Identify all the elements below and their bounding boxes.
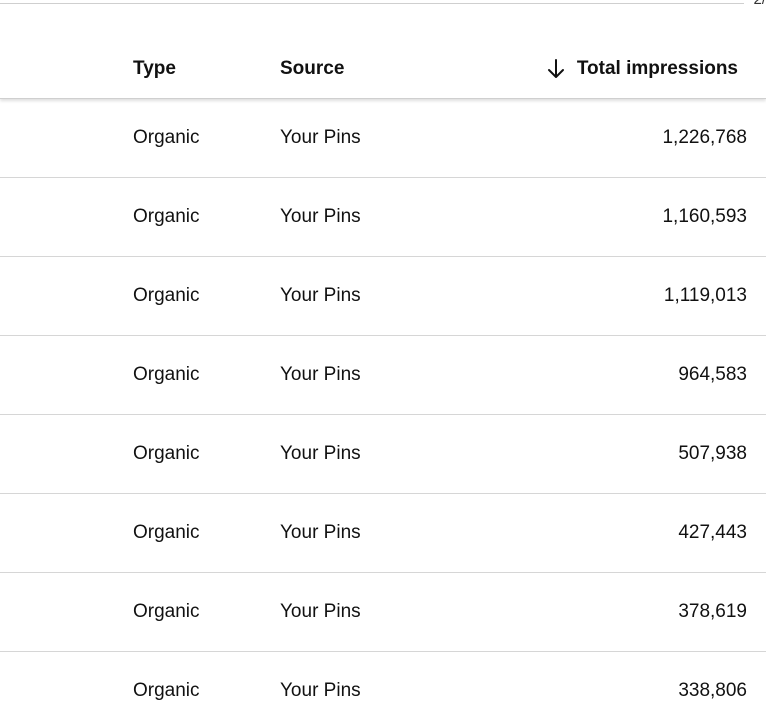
table-row[interactable]: Organic Your Pins 507,938 (0, 415, 766, 494)
table-header: 2/ Type Source Total impressions (0, 0, 766, 99)
cell-type: Organic (133, 206, 200, 227)
cell-total-impressions: 1,226,768 (662, 127, 747, 148)
arrow-down-icon (547, 59, 564, 78)
cell-type: Organic (133, 443, 200, 464)
cell-type: Organic (133, 680, 200, 701)
column-header-total-impressions[interactable]: Total impressions (547, 58, 738, 80)
cell-source: Your Pins (280, 443, 361, 464)
divider (0, 3, 744, 4)
table-row[interactable]: Organic Your Pins 964,583 (0, 336, 766, 415)
cell-total-impressions: 338,806 (678, 680, 747, 701)
cell-source: Your Pins (280, 522, 361, 543)
pagination-fragment: 2/ (753, 0, 766, 9)
impressions-table-page: 2/ Type Source Total impressions Organic… (0, 0, 766, 726)
cell-total-impressions: 507,938 (678, 443, 747, 464)
cell-total-impressions: 427,443 (678, 522, 747, 543)
cell-type: Organic (133, 285, 200, 306)
cell-source: Your Pins (280, 680, 361, 701)
cell-total-impressions: 1,160,593 (662, 206, 747, 227)
cell-total-impressions: 378,619 (678, 601, 747, 622)
cell-source: Your Pins (280, 601, 361, 622)
table-row[interactable]: Organic Your Pins 338,806 (0, 652, 766, 726)
table-body: Organic Your Pins 1,226,768 Organic Your Pin… (0, 99, 766, 726)
column-header-source[interactable]: Source (280, 58, 344, 80)
cell-source: Your Pins (280, 206, 361, 227)
column-header-total-label: Total impressions (576, 58, 738, 79)
cell-type: Organic (133, 601, 200, 622)
cell-type: Organic (133, 522, 200, 543)
table-row[interactable]: Organic Your Pins 427,443 (0, 494, 766, 573)
column-header-type[interactable]: Type (133, 58, 176, 80)
cell-total-impressions: 964,583 (678, 364, 747, 385)
cell-type: Organic (133, 127, 200, 148)
cell-total-impressions: 1,119,013 (663, 285, 747, 306)
table-row[interactable]: Organic Your Pins 1,226,768 (0, 99, 766, 178)
table-row[interactable]: Organic Your Pins 1,160,593 (0, 178, 766, 257)
cell-source: Your Pins (280, 127, 361, 148)
table-row[interactable]: Organic Your Pins 1,119,013 (0, 257, 766, 336)
table-row[interactable]: Organic Your Pins 378,619 (0, 573, 766, 652)
cell-source: Your Pins (280, 364, 361, 385)
cell-type: Organic (133, 364, 200, 385)
cell-source: Your Pins (280, 285, 361, 306)
